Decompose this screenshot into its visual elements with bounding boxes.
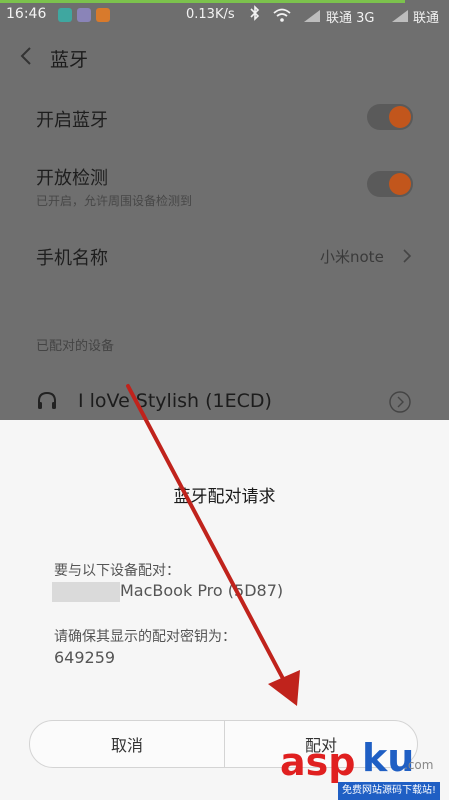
bluetooth-icon <box>250 5 260 25</box>
wifi-icon <box>272 8 292 26</box>
watermark-tagline: 免费网站源码下载站! <box>338 782 441 800</box>
confirm-passkey-text: 请确保其显示的配对密钥为： <box>54 629 236 645</box>
paired-devices-header: 已配对的设备 <box>36 339 115 354</box>
device-name-label[interactable]: 手机名称 <box>36 244 108 270</box>
network-speed: 0.13K/s <box>186 7 235 22</box>
enable-bluetooth-toggle[interactable] <box>367 104 413 130</box>
redaction-box <box>52 582 120 602</box>
paired-device-name[interactable]: I loVe Stylish (1ECD) <box>78 390 272 412</box>
circle-chevron-icon[interactable] <box>388 390 412 414</box>
enable-bluetooth-label: 开启蓝牙 <box>36 110 108 131</box>
device-name-value[interactable]: 小米note <box>320 246 384 267</box>
download-progress-bar <box>0 0 405 3</box>
cancel-button[interactable]: 取消 <box>29 720 225 768</box>
signal-strength-icon <box>304 10 320 26</box>
watermark-logo: asp ku .com 免费网站源码下载站! <box>276 736 449 800</box>
carrier-label-1: 联通 3G <box>326 11 375 26</box>
watermark-brand-a: asp <box>280 740 356 784</box>
chevron-right-icon[interactable] <box>401 247 413 265</box>
discoverable-toggle[interactable] <box>367 171 413 197</box>
toggle-knob <box>389 106 411 128</box>
discoverable-label: 开放检测 <box>36 168 108 189</box>
pair-with-text: 要与以下设备配对： <box>54 563 180 579</box>
notification-app-icon <box>96 8 110 22</box>
carrier-label-2: 联通 <box>413 11 440 26</box>
chevron-left-icon[interactable] <box>18 44 36 68</box>
page-title: 蓝牙 <box>50 49 89 71</box>
toggle-knob <box>389 173 411 195</box>
game-app-icon <box>77 8 91 22</box>
shield-app-icon <box>58 8 72 22</box>
passkey-value: 649259 <box>54 648 116 667</box>
title-bar: 蓝牙 <box>0 30 449 84</box>
discoverable-sub-label: 已开启，允许周围设备检测到 <box>36 194 193 208</box>
dialog-title: 蓝牙配对请求 <box>173 487 276 507</box>
watermark-suffix: .com <box>404 758 434 772</box>
status-time: 16:46 <box>6 6 47 22</box>
signal-strength-icon-2 <box>392 10 408 26</box>
headset-icon <box>36 390 58 412</box>
status-bar: 16:46 0.13K/s 联通 3G 联通 <box>0 0 449 30</box>
bluetooth-settings-page: 蓝牙 开启蓝牙 开放检测 已开启，允许周围设备检测到 手机名称 小米note 已… <box>0 30 449 420</box>
remote-device-name: MacBook Pro (5D87) <box>120 581 284 600</box>
